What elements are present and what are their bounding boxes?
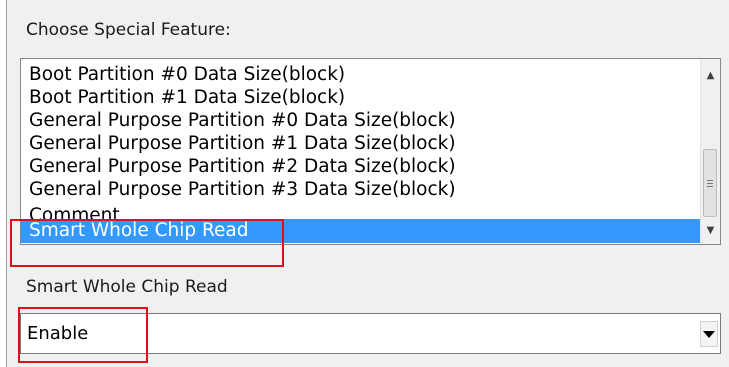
special-feature-listbox[interactable]: Boot Partition #0 Data Size(block) Boot … [20,58,721,245]
dropdown-button[interactable] [700,321,718,347]
listbox-scrollbar[interactable]: ▲ ▼ [700,59,720,244]
list-item[interactable]: General Purpose Partition #2 Data Size(b… [21,155,700,179]
list-item[interactable]: General Purpose Partition #1 Data Size(b… [21,132,700,156]
list-item[interactable]: Comment [21,205,700,219]
list-item[interactable]: Boot Partition #0 Data Size(block) [21,63,700,87]
listbox-items: Boot Partition #0 Data Size(block) Boot … [21,59,700,244]
scroll-thumb[interactable] [703,149,717,217]
smart-read-dropdown[interactable]: Enable [20,313,721,354]
dropdown-value: Enable [27,323,89,344]
special-feature-label: Choose Special Feature: [26,20,231,40]
list-item[interactable]: General Purpose Partition #0 Data Size(b… [21,109,700,133]
list-item[interactable]: General Purpose Partition #3 Data Size(b… [21,178,700,202]
triangle-down-icon: ▼ [706,224,715,236]
smart-read-label: Smart Whole Chip Read [26,277,228,297]
scroll-down-button[interactable]: ▼ [701,220,720,240]
grip-icon [707,179,713,187]
scroll-up-button[interactable]: ▲ [701,65,720,85]
chevron-down-icon [703,330,715,338]
triangle-up-icon: ▲ [706,69,715,81]
list-item[interactable]: Boot Partition #1 Data Size(block) [21,86,700,110]
list-item-selected[interactable]: Smart Whole Chip Read [21,219,700,243]
